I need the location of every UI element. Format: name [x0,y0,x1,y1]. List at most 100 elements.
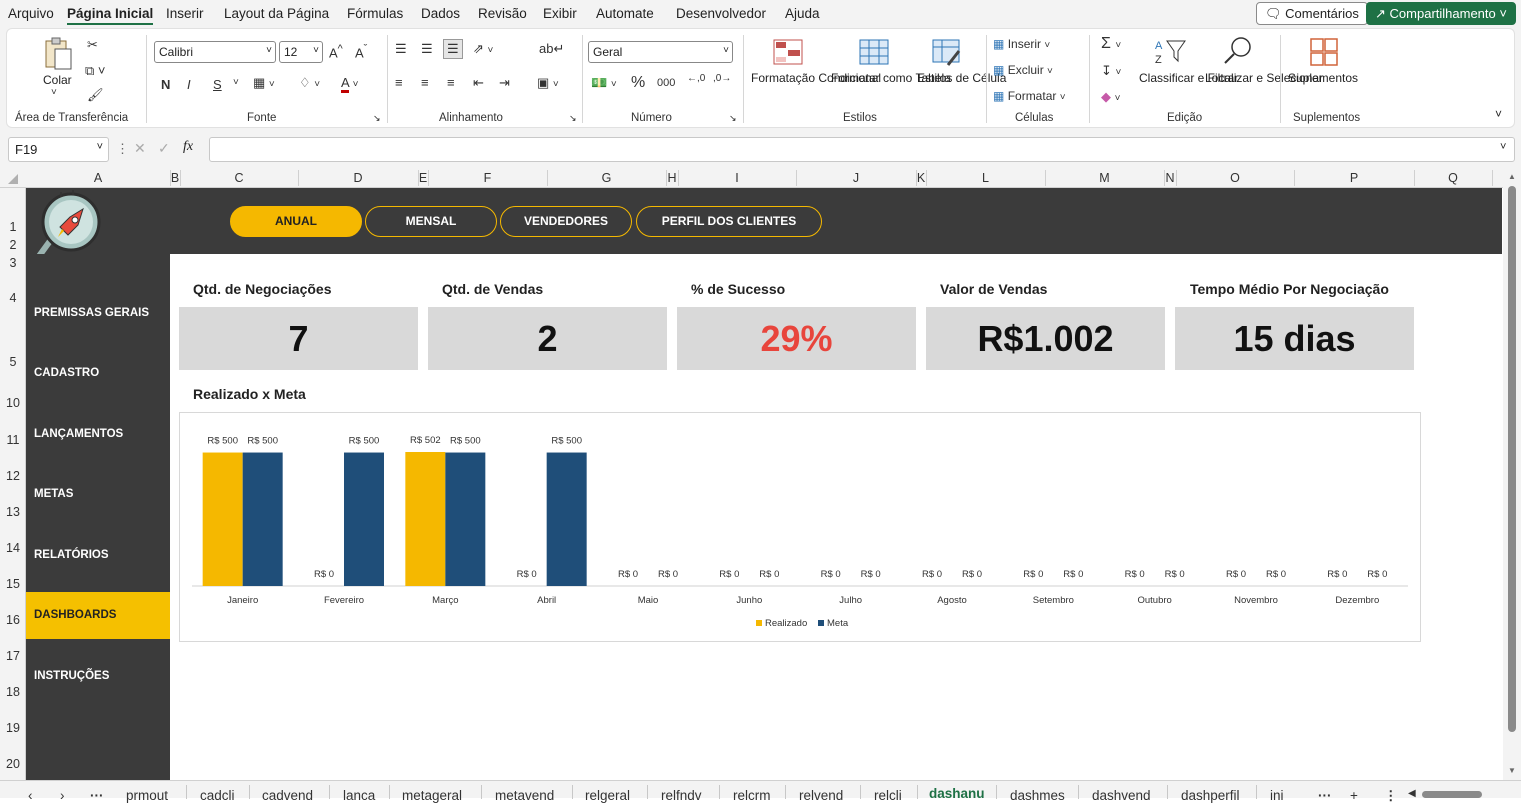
menu-desenvolvedor[interactable]: Desenvolvedor [676,6,766,21]
tab-dashanu[interactable]: dashanu [929,786,985,801]
align-center-icon[interactable]: ≡ [421,75,429,90]
decrease-indent-icon[interactable]: ⇤ [473,75,484,91]
collapse-ribbon-icon[interactable]: ˅ [1495,107,1502,121]
decrease-decimal-icon[interactable]: ,0→ [713,73,731,84]
tab-metavend[interactable]: metavend [495,788,554,803]
col-p[interactable]: P [1294,171,1414,185]
row-20[interactable]: 20 [0,757,26,771]
col-a[interactable]: A [26,171,170,185]
sidebar-item-metas[interactable]: METAS [26,471,170,518]
col-f[interactable]: F [428,171,547,185]
row-11[interactable]: 11 [0,433,26,447]
nav-vendedores[interactable]: VENDEDORES [500,206,632,237]
row-4[interactable]: 4 [0,291,26,305]
menu-formulas[interactable]: Fórmulas [347,6,403,21]
addins-label[interactable]: Suplementos [1287,71,1359,86]
nav-mensal[interactable]: MENSAL [365,206,497,237]
menu-revisao[interactable]: Revisão [478,6,527,21]
sidebar-item-cadastro[interactable]: CADASTRO [26,350,170,397]
tab-ini[interactable]: ini [1270,788,1284,803]
conditional-format-label[interactable]: Formatação Condicional [751,71,881,86]
increase-indent-icon[interactable]: ⇥ [499,75,510,91]
cell-styles-label[interactable]: Estilos de Célula [917,71,1006,86]
launcher-icon[interactable]: ↘ [373,113,381,124]
scroll-thumb[interactable] [1508,186,1516,732]
launcher-icon[interactable]: ↘ [729,113,737,124]
insert-cells-button[interactable]: ▦ Inserir ˅ [993,37,1050,51]
chevron-down-icon[interactable]: ˅ [233,77,239,88]
align-top-icon[interactable]: ☰ [395,41,407,57]
formula-input[interactable] [209,137,1515,162]
col-e[interactable]: E [418,171,428,185]
tab-relgeral[interactable]: relgeral [585,788,630,803]
col-q[interactable]: Q [1414,171,1492,185]
shrink-font-button[interactable]: Aˇ [355,43,367,60]
tab-cadvend[interactable]: cadvend [262,788,313,803]
sort-filter-icon[interactable]: AZ [1153,37,1187,68]
tab-dashmes[interactable]: dashmes [1010,788,1065,803]
col-g[interactable]: G [547,171,666,185]
menu-arquivo[interactable]: Arquivo [8,6,54,21]
share-button[interactable]: ↗ Compartilhamento ˅ [1366,2,1516,25]
scroll-down-icon[interactable]: ▼ [1508,766,1516,775]
col-n[interactable]: N [1164,171,1176,185]
col-l[interactable]: L [926,171,1045,185]
merge-center-icon[interactable]: ▣ ˅ [537,75,559,91]
row-14[interactable]: 14 [0,541,26,555]
col-d[interactable]: D [298,171,418,185]
row-10[interactable]: 10 [0,396,26,410]
vertical-scrollbar[interactable]: ▲ ▼ [1503,168,1521,780]
row-2[interactable]: 2 [0,238,26,252]
row-15[interactable]: 15 [0,577,26,591]
more-tabs-icon[interactable]: ··· [90,788,104,803]
launcher-icon[interactable]: ↘ [569,113,577,124]
bold-button[interactable]: N [161,77,170,92]
row-19[interactable]: 19 [0,721,26,735]
find-select-label[interactable]: Localizar e Selecionar [1205,71,1323,86]
fill-icon[interactable]: ↧ ˅ [1101,63,1121,79]
borders-icon[interactable]: ▦ ˅ [253,75,275,91]
row-13[interactable]: 13 [0,505,26,519]
wrap-text-icon[interactable]: ab↵ [539,41,564,57]
menu-dados[interactable]: Dados [421,6,460,21]
row-18[interactable]: 18 [0,685,26,699]
hscroll-thumb[interactable] [1422,791,1482,798]
tab-lanca[interactable]: lanca [343,788,375,803]
confirm-icon[interactable]: ✓ [158,140,170,157]
menu-pagina-inicial[interactable]: Página Inicial [67,6,154,25]
scroll-up-icon[interactable]: ▲ [1508,172,1516,181]
col-m[interactable]: M [1045,171,1164,185]
menu-automate[interactable]: Automate [596,6,654,21]
thousands-button[interactable]: 000 [657,77,675,89]
menu-inserir[interactable]: Inserir [166,6,204,21]
more-options-icon[interactable]: ⋮ [1384,788,1398,804]
menu-exibir[interactable]: Exibir [543,6,577,21]
cancel-icon[interactable]: ✕ [134,140,146,157]
tab-relvend[interactable]: relvend [799,788,843,803]
number-format-select[interactable]: Geral ˅ [588,41,733,63]
format-table-icon[interactable] [859,39,889,70]
tab-relfndv[interactable]: relfndv [661,788,702,803]
tab-relcrm[interactable]: relcrm [733,788,771,803]
col-b[interactable]: B [170,171,180,185]
font-color-icon[interactable]: A ˅ [341,75,358,93]
align-bottom-icon[interactable]: ☰ [443,39,463,59]
orientation-icon[interactable]: ⇗ ˅ [473,41,493,57]
chevron-down-icon[interactable]: ˅ [1500,141,1506,153]
percent-button[interactable]: % [631,74,645,92]
align-middle-icon[interactable]: ☰ [421,41,433,57]
font-name-select[interactable]: Calibri ˅ [154,41,276,63]
cut-icon[interactable]: ✂ [87,37,98,53]
tab-next-icon[interactable]: › [60,788,65,803]
find-select-icon[interactable] [1221,35,1255,68]
select-all-icon[interactable] [8,174,18,184]
menu-ajuda[interactable]: Ajuda [785,6,820,21]
row-5[interactable]: 5 [0,355,26,369]
paste-button[interactable] [43,37,73,71]
row-12[interactable]: 12 [0,469,26,483]
col-i[interactable]: I [678,171,796,185]
col-h[interactable]: H [666,171,678,185]
menu-layout[interactable]: Layout da Página [224,6,329,21]
col-c[interactable]: C [180,171,298,185]
format-cells-button[interactable]: ▦ Formatar ˅ [993,89,1066,103]
